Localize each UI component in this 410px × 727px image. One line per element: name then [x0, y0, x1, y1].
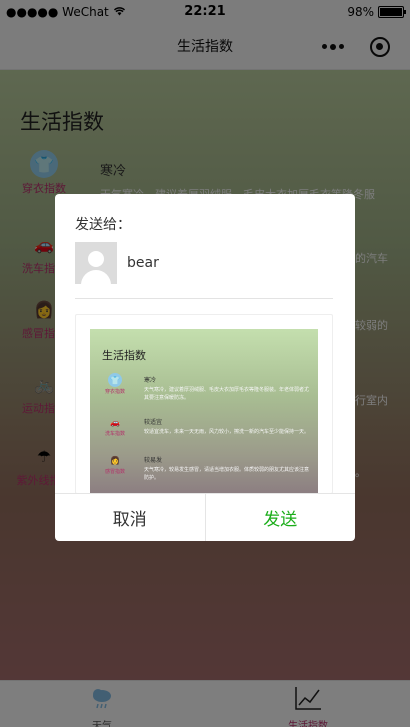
avatar [75, 242, 117, 284]
nurse-icon: 👩 [110, 455, 120, 465]
preview-item-name: 较易发 [144, 457, 163, 464]
share-dialog: 发送给： bear 生活指数 👕 穿衣指数 寒冷 天气寒冷，建议着厚羽绒服、毛皮… [55, 194, 355, 541]
car-icon: 🚗 [110, 417, 120, 427]
preview-item-label: 感冒指数 [104, 469, 125, 475]
preview-item-desc: 天气寒冷，较易发生感冒，请适当增加衣服。体质较弱的朋友尤其应该注意防护。 [144, 467, 310, 481]
send-to-label: 发送给： [75, 217, 131, 233]
preview-item-label: 穿衣指数 [104, 389, 125, 395]
preview-title: 生活指数 [102, 349, 146, 362]
shirt-icon: 👕 [108, 373, 122, 387]
share-preview-image: 生活指数 👕 穿衣指数 寒冷 天气寒冷，建议着厚羽绒服、毛皮大衣加厚毛衣等隆冬服… [90, 329, 318, 493]
preview-item: 👩 感冒指数 较易发 天气寒冷，较易发生感冒，请适当增加衣服。体质较弱的朋友尤其… [98, 453, 314, 493]
cancel-button[interactable]: 取消 [55, 494, 206, 541]
preview-item: 🚗 洗车指数 较适宜 较适宜洗车，未来一天无雨，风力较小，擦洗一新的汽车至少能保… [98, 415, 314, 455]
preview-item: 👕 穿衣指数 寒冷 天气寒冷，建议着厚羽绒服、毛皮大衣加厚毛衣等隆冬服装。年老体… [98, 373, 314, 413]
recipient-name: bear [127, 255, 159, 271]
divider [75, 298, 333, 299]
send-button[interactable]: 发送 [206, 494, 356, 541]
share-preview-card: 生活指数 👕 穿衣指数 寒冷 天气寒冷，建议着厚羽绒服、毛皮大衣加厚毛衣等隆冬服… [75, 314, 333, 494]
preview-item-desc: 天气寒冷，建议着厚羽绒服、毛皮大衣加厚毛衣等隆冬服装。年老体弱者尤其要注意保暖防… [144, 387, 310, 401]
dialog-actions: 取消 发送 [55, 493, 355, 541]
preview-item-name: 寒冷 [144, 377, 157, 384]
preview-item-label: 洗车指数 [104, 431, 125, 437]
preview-item-name: 较适宜 [144, 419, 163, 426]
preview-item-desc: 较适宜洗车，未来一天无雨，风力较小，擦洗一新的汽车至少能保持一天。 [144, 429, 310, 435]
